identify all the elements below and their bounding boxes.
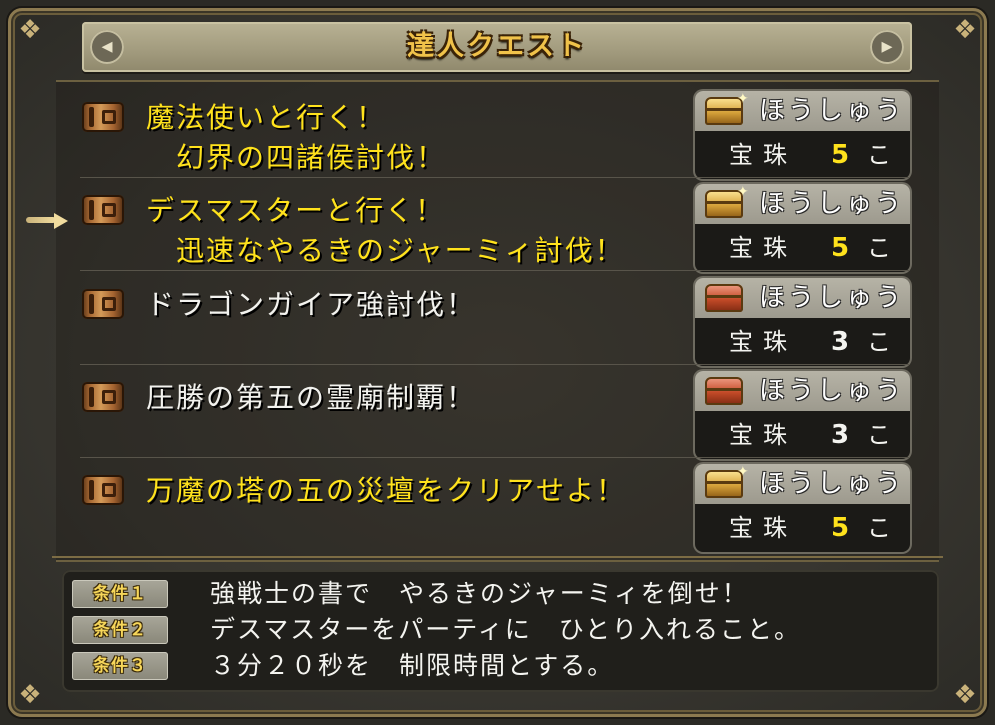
reward-box: ✦ ほうしゅう 宝珠 5 こ bbox=[695, 91, 910, 179]
red-chest-icon bbox=[705, 377, 743, 405]
quest-scroll-icon bbox=[82, 475, 124, 505]
reward-unit: こ bbox=[867, 141, 891, 169]
condition-text: 強戦士の書で やるきのジャーミィを倒せ！ bbox=[210, 579, 749, 608]
reward-count: 5 bbox=[831, 140, 858, 170]
quest-name: 圧勝の第五の霊廟制覇！ bbox=[146, 381, 477, 414]
reward-item: 宝珠 bbox=[729, 514, 797, 542]
quest-scroll-icon bbox=[82, 195, 124, 225]
reward-item: 宝珠 bbox=[729, 234, 797, 262]
row-divider bbox=[80, 457, 910, 458]
red-chest-icon bbox=[705, 284, 743, 312]
condition-label: 条件１ bbox=[72, 580, 168, 608]
selection-cursor-icon bbox=[26, 213, 70, 229]
quest-row-selected[interactable]: デスマスターと行く！ 迅速なやるきのジャーミィ討伐！ ✦ ほうしゅう 宝珠 5 こ bbox=[80, 181, 910, 272]
condition-text: ３分２０秒を 制限時間とする。 bbox=[210, 651, 615, 680]
row-divider bbox=[80, 270, 910, 271]
condition-text: デスマスターをパーティに ひとり入れること。 bbox=[210, 615, 802, 644]
reward-count: 3 bbox=[831, 327, 858, 357]
reward-unit: こ bbox=[867, 234, 891, 262]
reward-box: ほうしゅう 宝珠 3 こ bbox=[695, 278, 910, 366]
row-divider bbox=[80, 177, 910, 178]
ornament-icon: ❖ bbox=[953, 15, 977, 45]
next-page-icon[interactable]: ▸ bbox=[870, 30, 904, 64]
quest-scroll-icon bbox=[82, 289, 124, 319]
reward-item: 宝珠 bbox=[729, 328, 797, 356]
quest-scroll-icon bbox=[82, 102, 124, 132]
condition-label: 条件３ bbox=[72, 652, 168, 680]
title-bar: ◂ 達人クエスト ▸ bbox=[82, 22, 912, 72]
sparkle-icon: ✦ bbox=[737, 91, 749, 107]
reward-label: ほうしゅう bbox=[759, 189, 905, 219]
quest-name: デスマスターと行く！ 迅速なやるきのジャーミィ討伐！ bbox=[146, 194, 625, 267]
list-bottom-rule bbox=[52, 556, 943, 558]
reward-label: ほうしゅう bbox=[759, 283, 905, 313]
page-title: 達人クエスト bbox=[407, 31, 587, 62]
reward-unit: こ bbox=[867, 421, 891, 449]
quest-row[interactable]: 魔法使いと行く！ 幻界の四諸侯討伐！ ✦ ほうしゅう 宝珠 5 こ bbox=[80, 88, 910, 179]
quest-row[interactable]: 万魔の塔の五の災壇をクリアせよ！ ✦ ほうしゅう 宝珠 5 こ bbox=[80, 461, 910, 552]
reward-count: 3 bbox=[831, 420, 858, 450]
reward-unit: こ bbox=[867, 514, 891, 542]
ornament-icon: ❖ bbox=[18, 15, 42, 45]
ornament-icon: ❖ bbox=[953, 680, 977, 710]
reward-item: 宝珠 bbox=[729, 141, 797, 169]
sparkle-icon: ✦ bbox=[737, 464, 749, 480]
ornament-icon: ❖ bbox=[18, 680, 42, 710]
quest-row[interactable]: 圧勝の第五の霊廟制覇！ ほうしゅう 宝珠 3 こ bbox=[80, 368, 910, 459]
reward-count: 5 bbox=[831, 513, 858, 543]
reward-box: ✦ ほうしゅう 宝珠 5 こ bbox=[695, 184, 910, 272]
reward-label: ほうしゅう bbox=[759, 469, 905, 499]
row-divider bbox=[80, 364, 910, 365]
reward-label: ほうしゅう bbox=[759, 376, 905, 406]
quest-row[interactable]: ドラゴンガイア強討伐！ ほうしゅう 宝珠 3 こ bbox=[80, 275, 910, 366]
quest-name: 万魔の塔の五の災壇をクリアせよ！ bbox=[146, 474, 627, 507]
quest-name: 魔法使いと行く！ 幻界の四諸侯討伐！ bbox=[146, 101, 447, 174]
quest-scroll-icon bbox=[82, 382, 124, 412]
reward-label: ほうしゅう bbox=[759, 96, 905, 126]
sparkle-icon: ✦ bbox=[737, 184, 749, 200]
reward-unit: こ bbox=[867, 328, 891, 356]
reward-box: ✦ ほうしゅう 宝珠 5 こ bbox=[695, 464, 910, 552]
conditions-panel: 条件１ 強戦士の書で やるきのジャーミィを倒せ！ 条件２ デスマスターをパーティ… bbox=[62, 570, 939, 692]
reward-box: ほうしゅう 宝珠 3 こ bbox=[695, 371, 910, 459]
quest-name: ドラゴンガイア強討伐！ bbox=[146, 288, 477, 321]
condition-label: 条件２ bbox=[72, 616, 168, 644]
reward-count: 5 bbox=[831, 233, 858, 263]
reward-item: 宝珠 bbox=[729, 421, 797, 449]
